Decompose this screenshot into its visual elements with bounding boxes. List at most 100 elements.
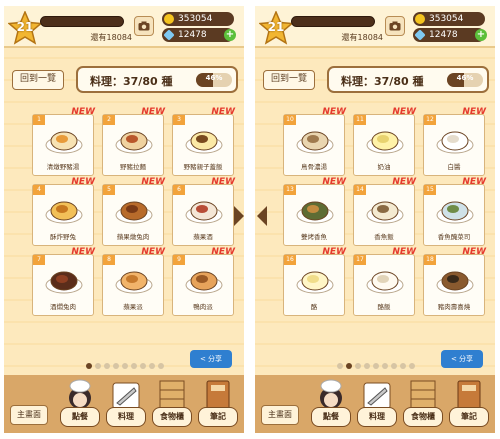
dish-icon bbox=[184, 193, 224, 225]
new-badge: NEW bbox=[141, 107, 165, 117]
page-dot[interactable] bbox=[400, 363, 406, 369]
tab-button[interactable]: 料理 bbox=[106, 407, 146, 427]
new-badge: NEW bbox=[322, 107, 346, 117]
recipe-card[interactable]: 8 NEW 蘋果派 bbox=[102, 247, 165, 316]
recipe-name: 蘋果派 bbox=[123, 303, 143, 311]
gem-plus-button[interactable]: + bbox=[475, 29, 487, 41]
gem-icon bbox=[414, 29, 426, 41]
recipe-card[interactable]: 12 NEW 白醬 bbox=[423, 107, 486, 176]
recipe-name: 白醬 bbox=[447, 163, 461, 171]
gem-value: 12478 bbox=[429, 30, 458, 40]
dish-icon bbox=[44, 263, 84, 295]
tab-button[interactable]: 料理 bbox=[357, 407, 397, 427]
level-number: 21 bbox=[16, 20, 34, 34]
tab-button[interactable]: 食物櫃 bbox=[152, 407, 192, 427]
share-button[interactable]: < 分享 bbox=[190, 350, 232, 368]
page-dot[interactable] bbox=[409, 363, 415, 369]
recipe-card[interactable]: 7 NEW 酒燜兔肉 bbox=[32, 247, 95, 316]
recipe-card[interactable]: 6 NEW 蘋果酒 bbox=[172, 177, 235, 246]
recipe-name: 蘋果燉兔肉 bbox=[116, 233, 150, 241]
dish-icon bbox=[365, 193, 405, 225]
page-dot[interactable] bbox=[346, 363, 352, 369]
recipe-card[interactable]: 1 NEW 清燉野豬湯 bbox=[32, 107, 95, 176]
recipe-name: 清燉野豬湯 bbox=[46, 163, 80, 171]
page-dot[interactable] bbox=[86, 363, 92, 369]
gem-icon bbox=[163, 29, 175, 41]
page-dot[interactable] bbox=[364, 363, 370, 369]
level-number: 21 bbox=[267, 20, 285, 34]
main-screen-button[interactable]: 主畫面 bbox=[10, 405, 48, 425]
recipe-card[interactable]: 5 NEW 蘋果燉兔肉 bbox=[102, 177, 165, 246]
page-dot[interactable] bbox=[373, 363, 379, 369]
recipe-card[interactable]: 15 NEW 香魚醃菜司 bbox=[423, 177, 486, 246]
new-badge: NEW bbox=[322, 177, 346, 187]
top-hud: 21 還有18084 353054 12478 + bbox=[255, 6, 495, 48]
dish-icon bbox=[365, 263, 405, 295]
recipe-card[interactable]: 2 NEW 野豬拉麵 bbox=[102, 107, 165, 176]
recipe-card[interactable]: 11 NEW 奶油 bbox=[353, 107, 416, 176]
main-screen-button[interactable]: 主畫面 bbox=[261, 405, 299, 425]
page-dot[interactable] bbox=[131, 363, 137, 369]
recipe-card[interactable]: 18 NEW 豬肉壽喜燒 bbox=[423, 247, 486, 316]
tab-button[interactable]: 食物櫃 bbox=[403, 407, 443, 427]
page-dot[interactable] bbox=[113, 363, 119, 369]
dish-icon bbox=[184, 263, 224, 295]
new-badge: NEW bbox=[211, 107, 235, 117]
new-badge: NEW bbox=[211, 247, 235, 257]
recipe-card[interactable]: 16 NEW 酪 bbox=[283, 247, 346, 316]
page-dot[interactable] bbox=[382, 363, 388, 369]
page-dot[interactable] bbox=[158, 363, 164, 369]
dish-icon bbox=[435, 263, 475, 295]
recipe-card[interactable]: 4 NEW 酥炸野兔 bbox=[32, 177, 95, 246]
gem-plus-button[interactable]: + bbox=[224, 29, 236, 41]
share-label: 分享 bbox=[459, 355, 474, 363]
page-dot[interactable] bbox=[122, 363, 128, 369]
back-to-list-button[interactable]: 回到一覽 bbox=[12, 70, 64, 90]
dish-icon bbox=[114, 123, 154, 155]
recipe-count: 料理：37/80 種 bbox=[90, 75, 173, 88]
page-dot[interactable] bbox=[149, 363, 155, 369]
dish-icon bbox=[295, 123, 335, 155]
recipe-card[interactable]: 14 NEW 香魚飯 bbox=[353, 177, 416, 246]
recipe-name: 豬肉壽喜燒 bbox=[437, 303, 471, 311]
page-dot[interactable] bbox=[140, 363, 146, 369]
camera-button[interactable] bbox=[385, 16, 405, 36]
next-page-arrow-icon[interactable] bbox=[233, 205, 245, 227]
back-to-list-button[interactable]: 回到一覽 bbox=[263, 70, 315, 90]
dish-icon bbox=[114, 263, 154, 295]
completion-percent: 46% bbox=[456, 74, 474, 82]
tab-button[interactable]: 筆記 bbox=[198, 407, 238, 427]
camera-button[interactable] bbox=[134, 16, 154, 36]
page-dot[interactable] bbox=[355, 363, 361, 369]
page-dot[interactable] bbox=[391, 363, 397, 369]
recipe-card[interactable]: 17 NEW 酪飯 bbox=[353, 247, 416, 316]
recipe-card[interactable]: 13 NEW 雙烤香魚 bbox=[283, 177, 346, 246]
recipe-name: 野豬拉麵 bbox=[120, 163, 146, 171]
xp-bar bbox=[40, 16, 124, 27]
prev-page-arrow-icon[interactable] bbox=[256, 205, 268, 227]
new-badge: NEW bbox=[462, 247, 486, 257]
tab-button[interactable]: 筆記 bbox=[449, 407, 489, 427]
tab-button[interactable]: 點餐 bbox=[60, 407, 100, 427]
bottom-bar: 主畫面 點餐 料理 食物櫃 筆記 bbox=[4, 375, 244, 433]
dish-icon bbox=[44, 193, 84, 225]
recipe-count-bar: 料理：37/80 種 46% bbox=[327, 66, 489, 93]
share-icon: < bbox=[450, 355, 460, 363]
recipe-panel-right: 21 還有18084 353054 12478 + 回到一覽 料理：37/80 種 46% 10… bbox=[255, 6, 495, 433]
recipe-card[interactable]: 9 NEW 鴨肉派 bbox=[172, 247, 235, 316]
recipe-card[interactable]: 10 NEW 鳥骨濃湯 bbox=[283, 107, 346, 176]
dish-icon bbox=[184, 123, 224, 155]
completion-bar: 46% bbox=[447, 73, 483, 87]
share-icon: < bbox=[199, 355, 209, 363]
tab-button[interactable]: 點餐 bbox=[311, 407, 351, 427]
page-dots bbox=[86, 354, 167, 369]
page-dot[interactable] bbox=[104, 363, 110, 369]
page-dot[interactable] bbox=[337, 363, 343, 369]
camera-icon bbox=[389, 21, 401, 31]
page-dot[interactable] bbox=[95, 363, 101, 369]
recipe-name: 野豬親子蓋飯 bbox=[183, 163, 223, 171]
recipe-name: 雙烤香魚 bbox=[301, 233, 327, 241]
recipe-card[interactable]: 3 NEW 野豬親子蓋飯 bbox=[172, 107, 235, 176]
coin-counter: 353054 bbox=[162, 12, 234, 26]
share-button[interactable]: < 分享 bbox=[441, 350, 483, 368]
